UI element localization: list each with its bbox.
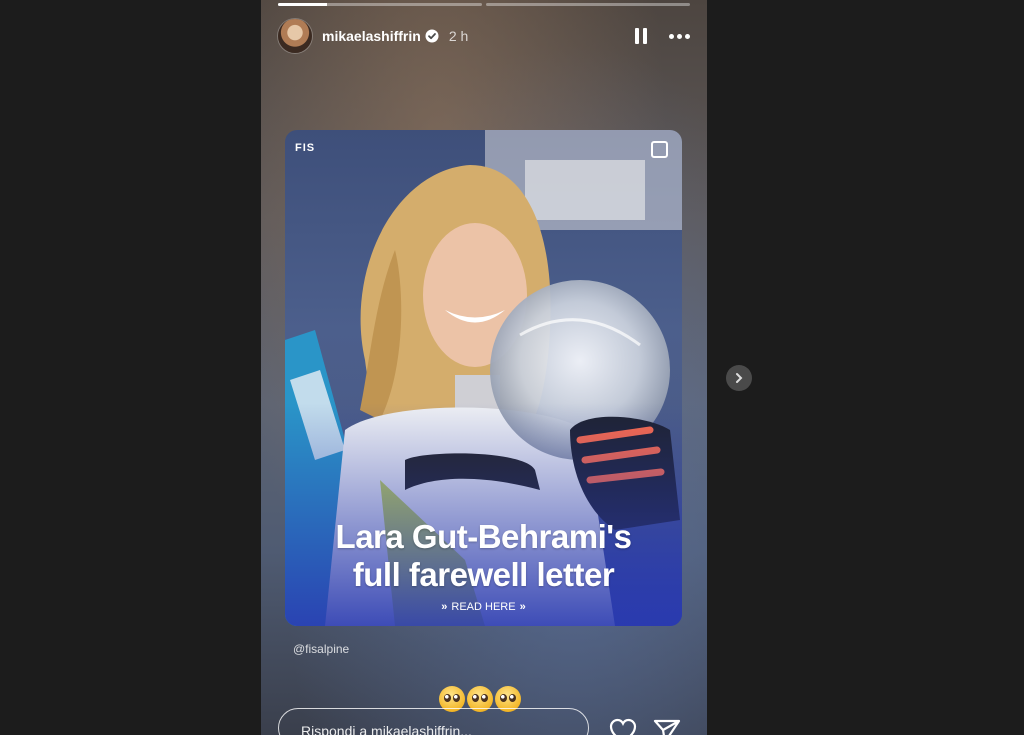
story-viewer: mikaelashiffrin 2 h FIS Lara Gut-Behrami…	[261, 0, 707, 735]
chevron-right-icon	[736, 373, 743, 383]
progress-segment	[278, 3, 482, 6]
story-progress	[278, 3, 690, 6]
shared-post-card[interactable]: FIS Lara Gut-Behrami's full farewell let…	[285, 130, 682, 626]
stop-icon	[651, 141, 668, 158]
headline-line: full farewell letter	[352, 556, 615, 593]
mention-tag[interactable]: @fisalpine	[293, 642, 349, 656]
card-headline: Lara Gut-Behrami's full farewell letter	[285, 518, 682, 594]
story-header: mikaelashiffrin 2 h	[278, 18, 690, 54]
verified-badge-icon	[425, 29, 439, 43]
read-here-link[interactable]: » READ HERE»	[285, 601, 682, 613]
headline-line: Lara Gut-Behrami's	[335, 518, 632, 555]
username[interactable]: mikaelashiffrin	[322, 28, 421, 44]
heart-icon[interactable]	[609, 718, 637, 735]
progress-fill	[278, 3, 327, 6]
avatar[interactable]	[278, 19, 312, 53]
next-story-button[interactable]	[726, 365, 752, 391]
pause-icon[interactable]	[635, 28, 647, 44]
double-chevron-icon: »	[441, 601, 448, 613]
fis-logo: FIS	[295, 142, 316, 154]
progress-segment	[486, 3, 690, 6]
reply-input[interactable]: Rispondi a mikaelashiffrin...	[278, 708, 589, 735]
post-time: 2 h	[448, 28, 469, 44]
more-icon[interactable]	[669, 33, 690, 39]
send-icon[interactable]	[653, 718, 681, 735]
read-here-label: READ HERE	[451, 601, 516, 613]
double-chevron-icon: »	[519, 601, 526, 613]
